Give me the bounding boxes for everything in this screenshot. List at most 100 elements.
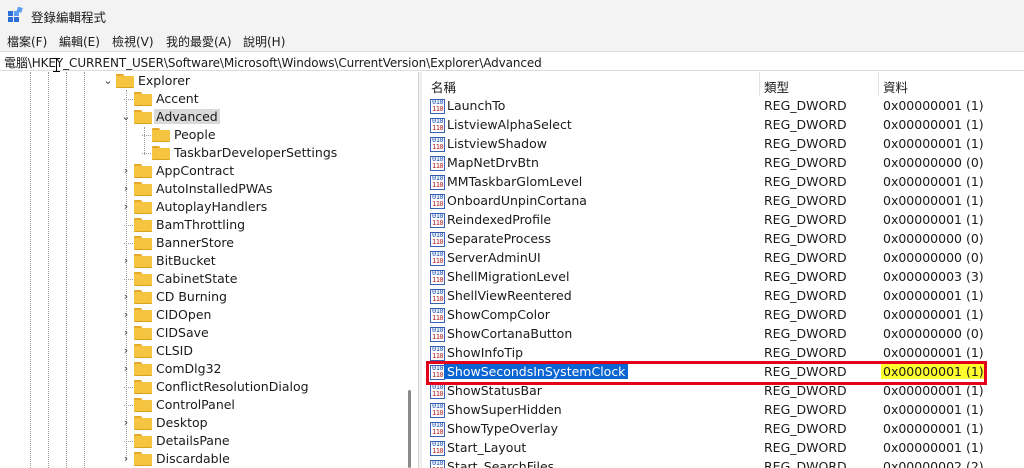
tree-item[interactable]: BamThrottling	[0, 216, 400, 234]
chevron-right-icon[interactable]: ›	[120, 344, 132, 358]
value-data: 0x00000000 (0)	[883, 250, 984, 265]
list-item[interactable]: 010 110 ShellViewReentered REG_DWORD 0x00000…	[422, 287, 1024, 306]
reg-binary-value-icon: 010110	[430, 212, 445, 228]
list-item[interactable]: 010 110 ShowCortanaButton REG_DWORD 0x000000…	[422, 325, 1024, 344]
folder-icon	[134, 344, 152, 358]
list-item[interactable]: 010 110 ShowTypeOverlay REG_DWORD 0x00000001…	[422, 420, 1024, 439]
value-data: 0x00000001 (1)	[883, 98, 984, 113]
tree-item[interactable]: ControlPanel	[0, 396, 400, 414]
list-item[interactable]: 010 110 ShellMigrationLevel REG_DWORD 0x0000…	[422, 268, 1024, 287]
list-item[interactable]: 010 110 ShowSuperHidden REG_DWORD 0x00000001…	[422, 401, 1024, 420]
address-path[interactable]: 電腦\HKEY_CURRENT_USER\Software\Microsoft\…	[4, 54, 542, 71]
tree-scrollbar-thumb[interactable]	[408, 390, 411, 468]
chevron-right-icon[interactable]: ›	[120, 326, 132, 340]
value-data: 0x00000000 (0)	[883, 155, 984, 170]
folder-icon	[134, 452, 152, 466]
reg-binary-value-icon: 010110	[430, 269, 445, 285]
column-header-data[interactable]: 資料	[883, 72, 908, 96]
tree-item-label: AutoplayHandlers	[156, 199, 268, 214]
menu-favorites[interactable]: 我的最愛(A)	[166, 33, 232, 50]
chevron-right-icon[interactable]: ›	[120, 254, 132, 268]
tree-item[interactable]: TaskbarDeveloperSettings	[0, 144, 400, 162]
tree-item-label: Accent	[156, 91, 199, 106]
list-item[interactable]: 010 110 OnboardUnpinCortana REG_DWORD 0x0000…	[422, 192, 1024, 211]
value-type: REG_DWORD	[764, 117, 847, 132]
reg-binary-value-icon: 010110	[430, 193, 445, 209]
list-item[interactable]: 010 110 Start_Layout REG_DWORD 0x00000001 (1…	[422, 439, 1024, 458]
tree-item-label: Advanced	[154, 109, 220, 124]
reg-binary-value-icon: 010110	[430, 421, 445, 437]
tree-item[interactable]: ConflictResolutionDialog	[0, 378, 400, 396]
list-item[interactable]: 010 110 MMTaskbarGlomLevel REG_DWORD 0x00000…	[422, 173, 1024, 192]
tree-item[interactable]: › AutoInstalledPWAs	[0, 180, 400, 198]
value-data: 0x00000001 (1)	[883, 421, 984, 436]
tree-scrollbar[interactable]	[402, 72, 416, 468]
tree-item[interactable]: DetailsPane	[0, 432, 400, 450]
value-data: 0x00000001 (1)	[883, 307, 984, 322]
tree-item-label: CD Burning	[156, 289, 227, 304]
chevron-right-icon[interactable]: ›	[120, 362, 132, 376]
tree-item[interactable]: CabinetState	[0, 270, 400, 288]
column-divider[interactable]	[759, 72, 760, 96]
menu-bar: 檔案(F) 編輯(E) 檢視(V) 我的最愛(A) 說明(H)	[0, 30, 1024, 51]
list-item[interactable]: 010 110 ShowCompColor REG_DWORD 0x00000001 (…	[422, 306, 1024, 325]
column-header-name[interactable]: 名稱	[431, 72, 456, 96]
folder-icon	[134, 380, 152, 394]
value-type: REG_DWORD	[764, 250, 847, 265]
menu-edit[interactable]: 編輯(E)	[59, 33, 100, 50]
key-tree[interactable]: ⌄ Explorer Accent ⌄ Advanced People TaskbarDev…	[0, 72, 418, 468]
chevron-right-icon[interactable]: ›	[120, 308, 132, 322]
tree-item[interactable]: › BitBucket	[0, 252, 400, 270]
list-item[interactable]: 010 110 LaunchTo REG_DWORD 0x00000001 (1)	[422, 97, 1024, 116]
tree-item[interactable]: › CIDOpen	[0, 306, 400, 324]
chevron-right-icon[interactable]: ›	[120, 452, 132, 466]
value-name: ServerAdminUI	[447, 250, 541, 265]
tree-item[interactable]: ⌄ Explorer	[0, 72, 400, 90]
list-item[interactable]: 010 110 ListviewShadow REG_DWORD 0x00000001 …	[422, 135, 1024, 154]
chevron-down-icon[interactable]: ⌄	[102, 74, 114, 88]
value-data: 0x00000001 (1)	[883, 345, 984, 360]
chevron-right-icon[interactable]: ›	[120, 416, 132, 430]
tree-item[interactable]: People	[0, 126, 400, 144]
tree-item[interactable]: › AutoplayHandlers	[0, 198, 400, 216]
list-item[interactable]: 010 110 SeparateProcess REG_DWORD 0x00000000…	[422, 230, 1024, 249]
list-item[interactable]: 010110Start_SearchFiles REG_DWORD 0x000000…	[422, 458, 1024, 468]
list-item[interactable]: 010 110 ReindexedProfile REG_DWORD 0x0000000…	[422, 211, 1024, 230]
tree-item[interactable]: ⌄ Advanced	[0, 108, 400, 126]
tree-item[interactable]: › Discardable	[0, 450, 400, 468]
menu-view[interactable]: 檢視(V)	[112, 33, 154, 50]
tree-item[interactable]: Accent	[0, 90, 400, 108]
list-item[interactable]: 010 110 MapNetDrvBtn REG_DWORD 0x00000000 (0…	[422, 154, 1024, 173]
value-name: ShellViewReentered	[447, 288, 572, 303]
reg-binary-value-icon: 010110	[430, 136, 445, 152]
tree-item[interactable]: › Desktop	[0, 414, 400, 432]
list-item[interactable]: 010 110 ListviewAlphaSelect REG_DWORD 0x0000…	[422, 116, 1024, 135]
tree-item[interactable]: › CD Burning	[0, 288, 400, 306]
address-bar[interactable]: 電腦\HKEY_CURRENT_USER\Software\Microsoft\…	[0, 51, 1024, 72]
chevron-right-icon[interactable]: ›	[120, 290, 132, 304]
title-bar: 登錄編輯程式	[0, 0, 1024, 30]
value-list[interactable]: 名稱 類型 資料 010 110 LaunchTo REG_DWORD 0x000000…	[422, 72, 1024, 468]
folder-icon	[116, 74, 134, 88]
value-data: 0x00000002 (2)	[883, 459, 984, 468]
chevron-right-icon[interactable]: ›	[120, 182, 132, 196]
tree-item[interactable]: BannerStore	[0, 234, 400, 252]
menu-help[interactable]: 說明(H)	[243, 33, 285, 50]
reg-binary-value-icon: 010110	[430, 174, 445, 190]
chevron-down-icon[interactable]: ⌄	[120, 110, 132, 124]
list-item[interactable]: 010 110 ServerAdminUI REG_DWORD 0x00000000 (…	[422, 249, 1024, 268]
chevron-right-icon[interactable]: ›	[120, 200, 132, 214]
tree-item[interactable]: › AppContract	[0, 162, 400, 180]
tree-item[interactable]: › CIDSave	[0, 324, 400, 342]
tree-item-label: AutoInstalledPWAs	[156, 181, 273, 196]
column-divider[interactable]	[878, 72, 879, 96]
tree-item-label: CabinetState	[156, 271, 238, 286]
chevron-right-icon[interactable]: ›	[120, 164, 132, 178]
folder-icon	[134, 326, 152, 340]
tree-item[interactable]: › ComDlg32	[0, 360, 400, 378]
menu-file[interactable]: 檔案(F)	[7, 33, 47, 50]
column-header-type[interactable]: 類型	[764, 72, 789, 96]
value-name: ShowInfoTip	[447, 345, 524, 360]
value-name: ShowCortanaButton	[447, 326, 573, 341]
tree-item[interactable]: › CLSID	[0, 342, 400, 360]
